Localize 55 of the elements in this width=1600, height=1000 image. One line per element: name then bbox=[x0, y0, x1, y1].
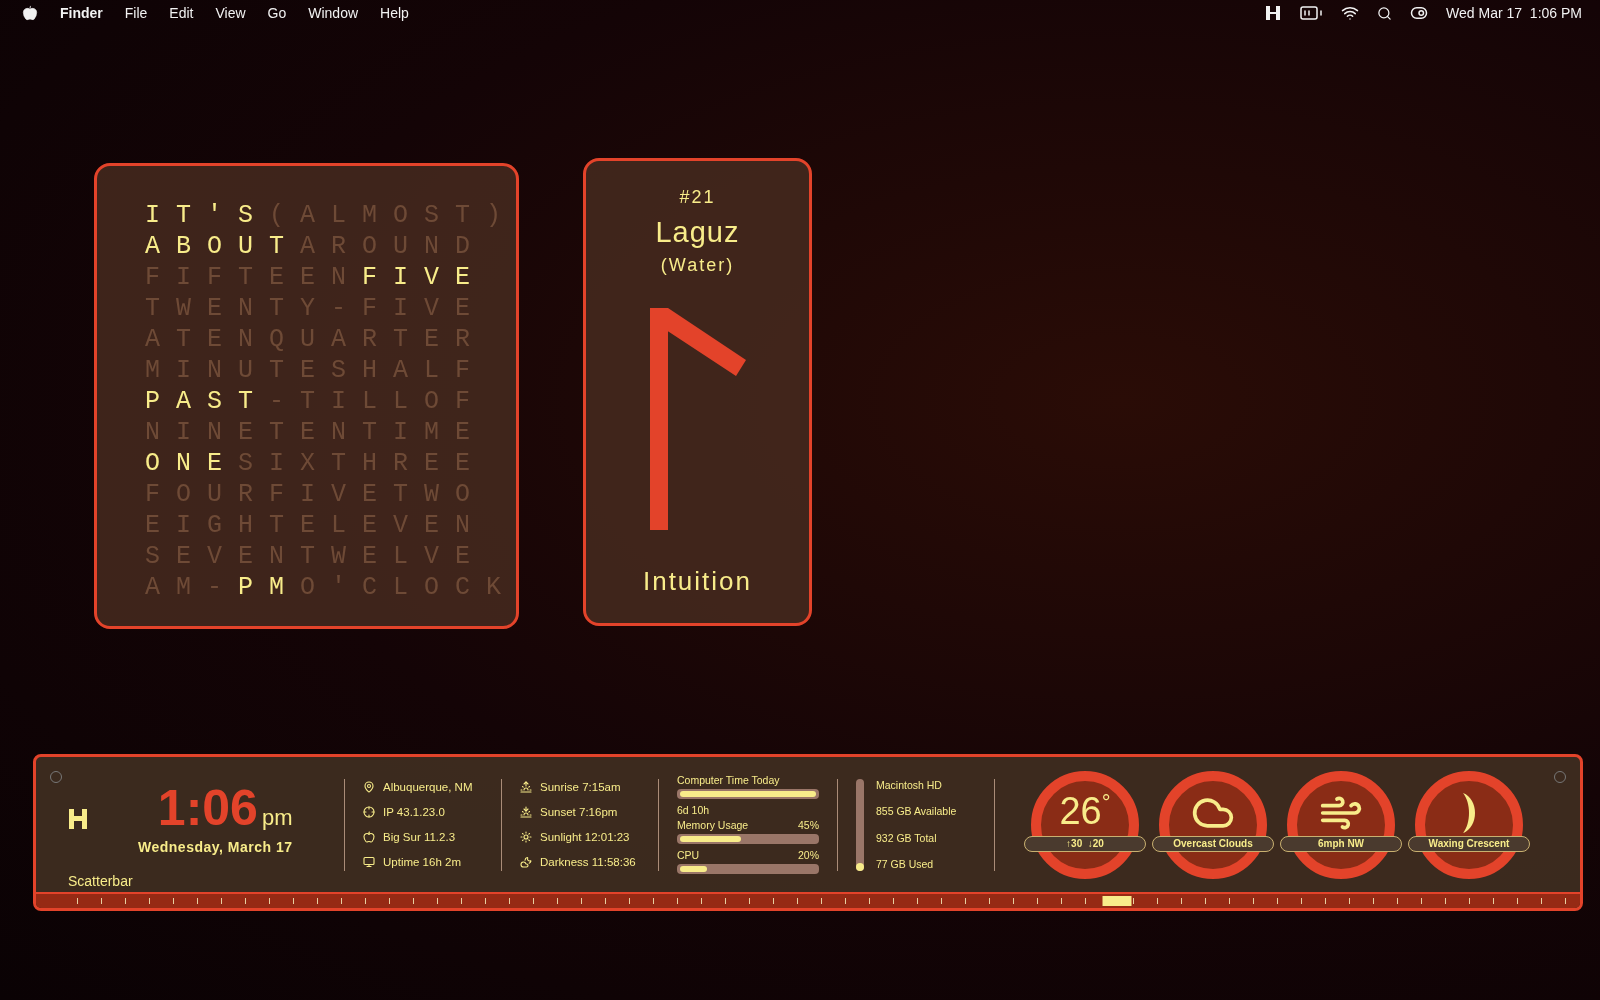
rune-number: #21 bbox=[679, 187, 716, 208]
disk-available: 855 GB Available bbox=[876, 805, 957, 818]
clock-word: IT'S bbox=[145, 201, 269, 230]
sunset-icon bbox=[520, 806, 532, 818]
info-text: Sunrise 7:15am bbox=[540, 781, 621, 793]
clock-word: PAST bbox=[145, 387, 269, 416]
info-text: Darkness 11:58:36 bbox=[540, 856, 636, 868]
menu-item[interactable]: Window bbox=[308, 5, 359, 21]
usage-label: Computer Time Today bbox=[677, 773, 780, 786]
clock-word: ABOUT bbox=[145, 232, 300, 261]
usage-label: CPU bbox=[677, 848, 700, 861]
temperature-reading: 26$^{°}$ bbox=[1059, 790, 1111, 831]
disk-name: Macintosh HD bbox=[876, 778, 943, 791]
usage-label: Memory Usage bbox=[677, 818, 749, 831]
search-icon[interactable] bbox=[1377, 5, 1393, 21]
info-text: Sunset 7:16pm bbox=[540, 806, 618, 818]
target-icon bbox=[363, 806, 375, 818]
clock-meridiem: pm bbox=[261, 805, 293, 831]
disk-total: 932 GB Total bbox=[876, 831, 938, 844]
info-text: Albuquerque, NM bbox=[383, 781, 473, 793]
apple-icon bbox=[363, 831, 375, 843]
info-text: Uptime 16h 2m bbox=[383, 856, 461, 868]
menu-item[interactable]: Edit bbox=[169, 5, 194, 21]
info-text: IP 43.1.23.0 bbox=[383, 806, 445, 818]
wifi-icon[interactable] bbox=[1341, 4, 1360, 22]
menu-item[interactable]: View bbox=[215, 5, 246, 21]
control-center-icon[interactable] bbox=[1410, 4, 1429, 22]
rune-name: Laguz bbox=[655, 216, 740, 249]
cloud-moon-icon bbox=[520, 856, 532, 868]
clock-word: ONE bbox=[145, 449, 238, 478]
rune-keyword: Intuition bbox=[642, 566, 753, 597]
menu-item[interactable]: File bbox=[124, 5, 148, 21]
monitor-icon bbox=[363, 856, 375, 868]
usage-reading: 6d 10h bbox=[677, 803, 711, 816]
menu-item[interactable]: Finder bbox=[60, 5, 103, 21]
menu-clock[interactable]: Wed Mar 17 1:06 PM bbox=[1446, 5, 1582, 21]
clock-word: PM bbox=[238, 573, 301, 602]
widget-title: Scatterbar bbox=[68, 873, 133, 889]
menu-item[interactable]: Help bbox=[380, 5, 409, 21]
clock-date: Wednesday, March 17 bbox=[138, 839, 293, 855]
usage-reading: 45% bbox=[798, 818, 819, 831]
location-pin-icon bbox=[363, 781, 375, 793]
usage-reading: 20% bbox=[798, 848, 819, 861]
rune-meaning: (Water) bbox=[660, 255, 735, 276]
clock-word: FIVE bbox=[362, 263, 487, 292]
clock-time: 1:06 bbox=[157, 783, 258, 833]
apple-icon[interactable] bbox=[22, 5, 38, 21]
info-text: Sunlight 12:01:23 bbox=[540, 831, 630, 843]
logo-icon bbox=[68, 808, 88, 830]
menu-item[interactable]: Go bbox=[267, 5, 287, 21]
disk-used: 77 GB Used bbox=[876, 858, 935, 871]
logo-icon[interactable] bbox=[1265, 5, 1282, 21]
info-text: Big Sur 11.2.3 bbox=[383, 831, 456, 843]
sunrise-icon bbox=[520, 781, 532, 793]
sun-icon bbox=[520, 831, 532, 843]
